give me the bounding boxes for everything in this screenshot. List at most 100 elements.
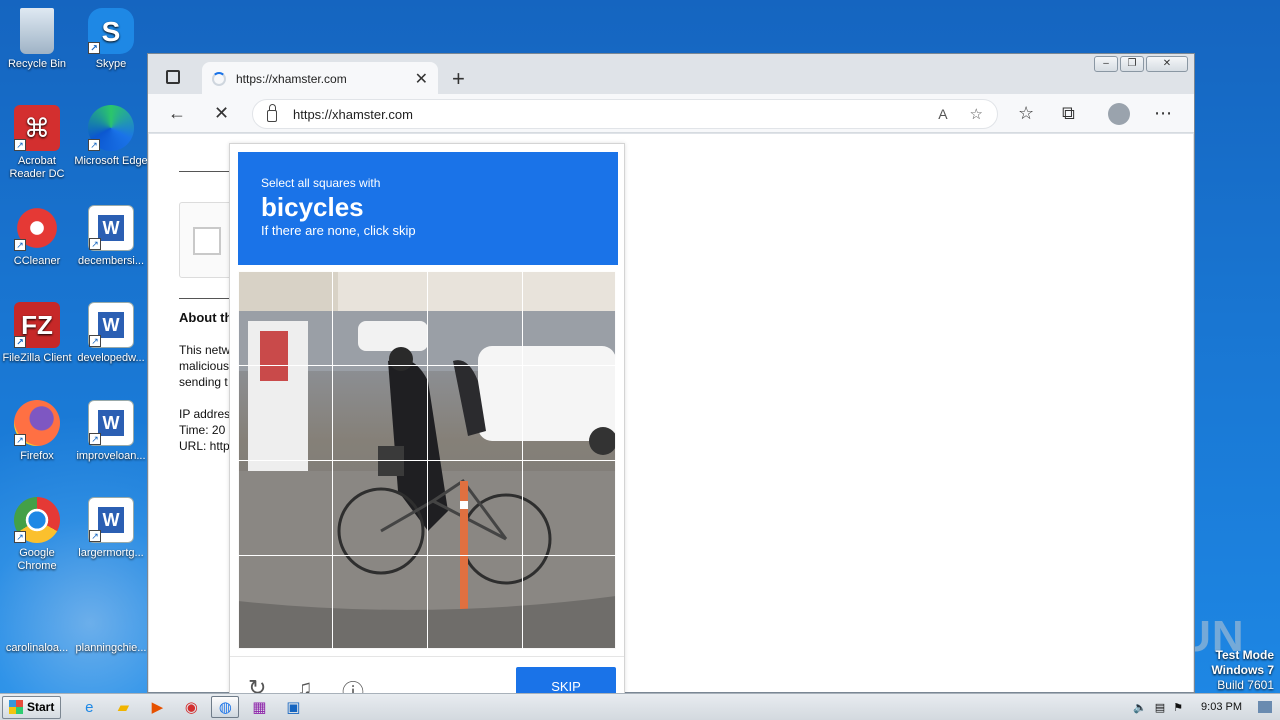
captcha-tile[interactable] [332,460,428,556]
captcha-tile[interactable] [427,460,523,556]
taskbar-edge-icon[interactable]: ◍ [211,696,240,718]
captcha-tile[interactable] [427,555,523,649]
maximize-button[interactable]: ❐ [1120,56,1144,72]
captcha-tile[interactable] [427,365,523,461]
network-icon[interactable]: ▤ [1155,701,1165,714]
desktop-icon-label: CCleaner [13,255,61,267]
desktop-icon-recycle-bin[interactable]: Recycle Bin [0,8,74,71]
read-aloud-icon[interactable]: A [938,106,947,122]
captcha-tile[interactable] [522,460,616,556]
filezilla-icon: FZ ↗ [14,302,60,348]
chrome-icon: ↗ [14,497,60,543]
test-mode-line3: Build 7601 [1217,678,1274,692]
acrobat-icon: ⌘ ↗ [14,105,60,151]
desktop-icon-label: developedw... [77,352,145,364]
url-line: URL: http [179,439,230,453]
captcha-image [238,271,616,649]
captcha-tile[interactable] [238,271,333,366]
start-button[interactable]: Start [2,695,62,719]
desktop-icon-ccleaner[interactable]: ↗ CCleaner [0,205,74,268]
word-doc-icon: W ↗ [88,302,134,348]
desktop-icon-label: decembersi... [77,255,145,267]
minimize-button[interactable]: – [1094,56,1118,72]
verify-checkbox[interactable] [193,227,221,255]
page-text-line: malicious [179,359,230,373]
firefox-icon: ↗ [14,400,60,446]
tab-strip: https://xhamster.com ✕ + – ❐ ✕ [148,54,1194,95]
action-center-flag-icon[interactable]: ⚑ [1173,701,1183,714]
captcha-tile[interactable] [332,365,428,461]
captcha-tile[interactable] [238,460,333,556]
desktop-icon-planningchie[interactable]: planningchie... [74,598,148,655]
stop-loading-icon[interactable]: ✕ [214,103,229,124]
desktop-icon-label: largermortg... [78,547,144,559]
captcha-tile[interactable] [427,271,523,366]
captcha-tile[interactable] [238,555,333,649]
desktop-icon-label: carolinaloa... [5,642,69,654]
close-tab-icon[interactable]: ✕ [415,69,428,89]
file-icon [14,598,60,638]
taskbar-winrar-icon[interactable]: ▦ [245,696,273,718]
tab-active[interactable]: https://xhamster.com ✕ [202,62,438,95]
browser-toolbar: ← ✕ https://xhamster.com A ☆ ☆ ⧉ ⋯ [148,94,1194,133]
back-arrow-icon[interactable]: ← [168,103,186,124]
captcha-header: Select all squares with bicycles If ther… [238,152,618,265]
desktop-icon-skype[interactable]: S ↗ Skype [74,8,148,71]
skype-icon: S ↗ [88,8,134,54]
desktop-icon-firefox[interactable]: ↗ Firefox [0,400,74,463]
profile-avatar-icon[interactable] [1108,103,1130,125]
add-favorite-icon[interactable]: ☆ [970,105,983,123]
tab-actions-icon[interactable] [166,70,180,84]
desktop-icon-improveloan[interactable]: W ↗ improveloan... [74,400,148,463]
test-mode-line1: Test Mode [1215,648,1274,662]
new-tab-icon[interactable]: + [452,66,465,92]
desktop-icon-label: Google Chrome [17,547,57,572]
more-options-icon[interactable]: ⋯ [1154,103,1172,124]
test-mode-line2: Windows 7 [1211,663,1274,677]
desktop-icon-chrome[interactable]: ↗ Google Chrome [0,497,74,573]
desktop-icon-acrobat[interactable]: ⌘ ↗ Acrobat Reader DC [0,105,74,181]
address-url: https://xhamster.com [293,106,413,122]
desktop-icon-label: Acrobat Reader DC [9,155,65,180]
file-icon [88,598,134,638]
ip-address-line: IP addres [179,407,231,421]
ccleaner-icon: ↗ [14,205,60,251]
clock[interactable]: 9:03 PM [1201,701,1242,713]
collections-icon[interactable]: ⧉ [1062,103,1075,124]
captcha-tile[interactable] [522,365,616,461]
captcha-tile[interactable] [522,271,616,366]
desktop-icon-carolinaloa[interactable]: carolinaloa... [0,598,74,655]
taskbar-explorer-icon[interactable]: ▰ [109,696,137,718]
address-bar[interactable]: https://xhamster.com A ☆ [252,99,998,129]
taskbar-chrome-icon[interactable]: ◉ [177,696,205,718]
desktop-icon-filezilla[interactable]: FZ ↗ FileZilla Client [0,302,74,365]
show-desktop-icon[interactable] [1258,701,1272,713]
windows-logo-icon [9,700,23,714]
time-line: Time: 20 [179,423,226,437]
taskbar-media-player-icon[interactable]: ▶ [143,696,171,718]
captcha-tile[interactable] [522,555,616,649]
desktop-icon-label: Recycle Bin [7,58,67,70]
volume-icon[interactable]: 🔈 [1133,701,1147,714]
captcha-tile[interactable] [332,271,428,366]
captcha-target: bicycles [261,192,364,222]
desktop-icon-label: Skype [95,58,127,70]
divider [179,298,235,299]
desktop-icon-edge[interactable]: ↗ Microsoft Edge [74,105,148,168]
captcha-tile[interactable] [332,555,428,649]
word-doc-icon: W ↗ [88,497,134,543]
desktop-icon-decembersi[interactable]: W ↗ decembersi... [74,205,148,268]
captcha-tile[interactable] [238,365,333,461]
desktop-icon-largermortg[interactable]: W ↗ largermortg... [74,497,148,560]
desktop-icon-developedw[interactable]: W ↗ developedw... [74,302,148,365]
taskbar: Start e ▰ ▶ ◉ ◍ ▦ ▣ 🔈 ▤ ⚑ 9:03 PM [0,693,1280,720]
close-window-button[interactable]: ✕ [1146,56,1188,72]
loading-spinner-icon [212,71,226,86]
system-tray: 🔈 ▤ ⚑ 9:03 PM [1133,701,1280,714]
window-controls: – ❐ ✕ [1094,56,1188,72]
taskbar-remote-icon[interactable]: ▣ [279,696,307,718]
about-heading: About th [179,310,233,325]
favorites-icon[interactable]: ☆ [1018,103,1034,124]
taskbar-ie-icon[interactable]: e [75,696,103,718]
test-mode-notice: Test Mode Windows 7 Build 7601 [1211,648,1274,693]
